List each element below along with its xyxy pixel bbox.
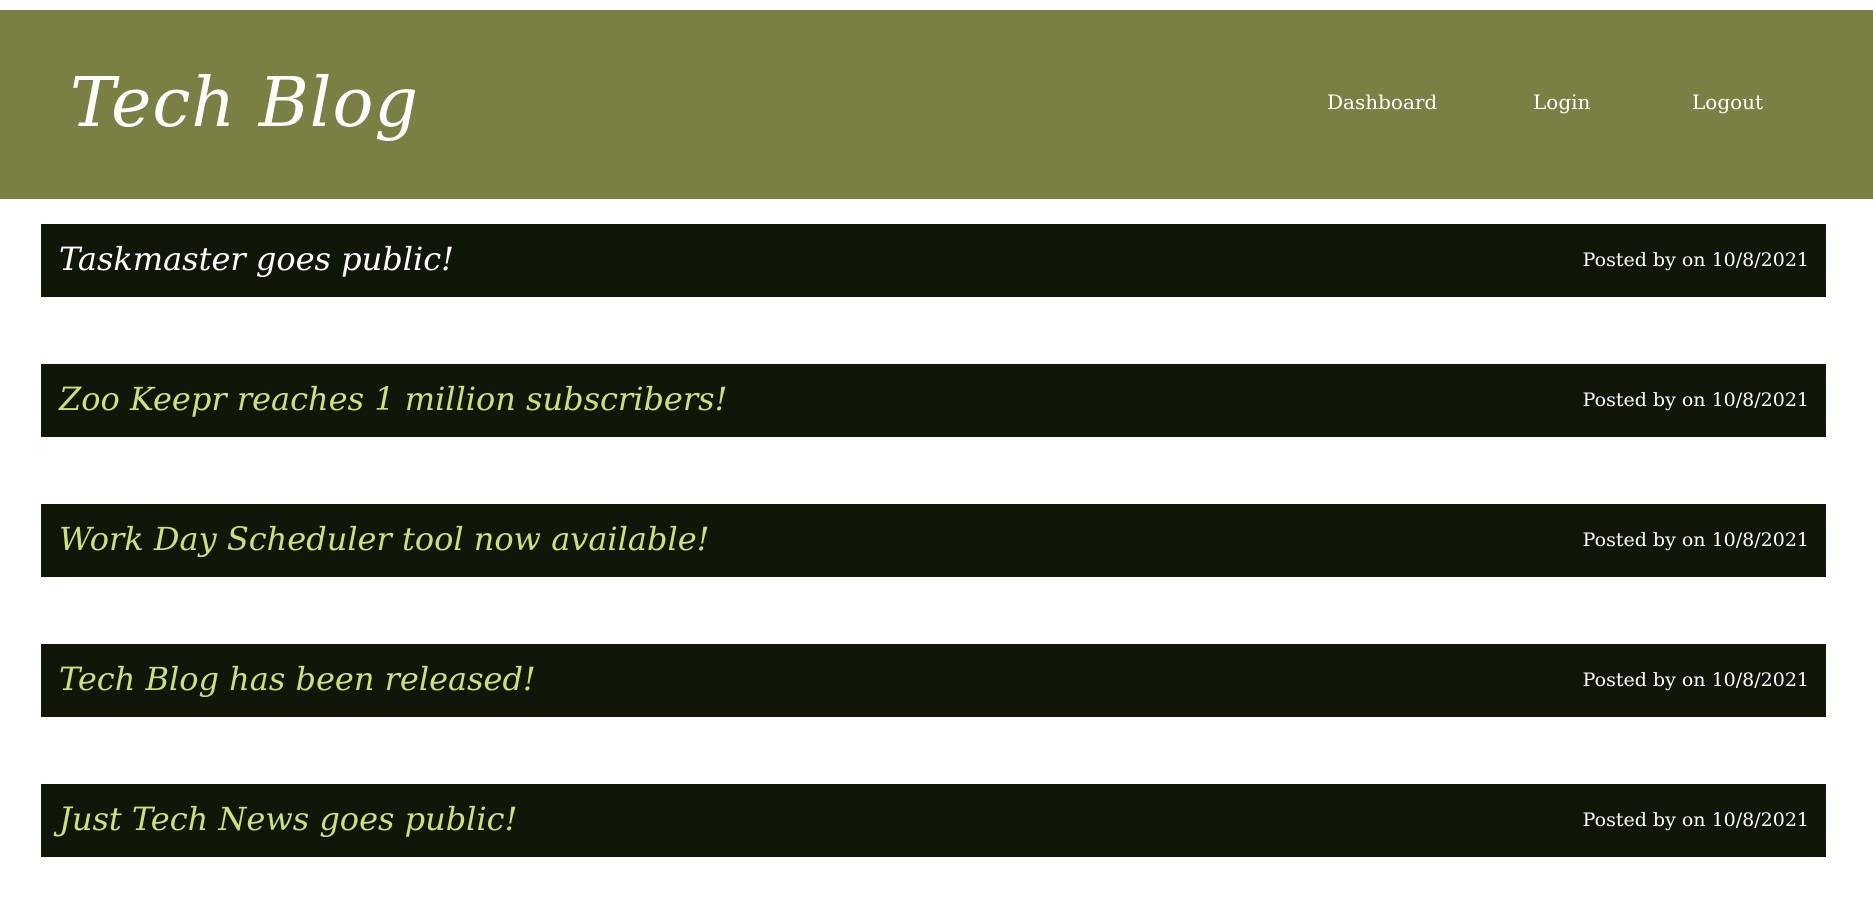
post-meta: Posted by on 10/8/2021: [1582, 809, 1809, 831]
post-list: Taskmaster goes public! Posted by on 10/…: [41, 224, 1826, 924]
post-item[interactable]: Zoo Keepr reaches 1 million subscribers!…: [41, 364, 1826, 437]
post-meta: Posted by on 10/8/2021: [1582, 529, 1809, 551]
post-title[interactable]: Taskmaster goes public!: [59, 236, 454, 282]
nav-dashboard-link[interactable]: Dashboard: [1327, 88, 1437, 116]
post-item[interactable]: Work Day Scheduler tool now available! P…: [41, 504, 1826, 577]
post-item[interactable]: Tech Blog has been released! Posted by o…: [41, 644, 1826, 717]
main-nav: Dashboard Login Logout: [0, 88, 1873, 118]
post-item[interactable]: Taskmaster goes public! Posted by on 10/…: [41, 224, 1826, 297]
nav-logout-link[interactable]: Logout: [1692, 88, 1763, 116]
post-meta: Posted by on 10/8/2021: [1582, 389, 1809, 411]
site-header: Tech Blog Dashboard Login Logout: [0, 10, 1873, 199]
post-meta: Posted by on 10/8/2021: [1582, 249, 1809, 271]
nav-login-link[interactable]: Login: [1533, 88, 1590, 116]
post-title[interactable]: Zoo Keepr reaches 1 million subscribers!: [59, 376, 727, 422]
post-title[interactable]: Work Day Scheduler tool now available!: [59, 516, 709, 562]
post-title[interactable]: Tech Blog has been released!: [59, 656, 536, 702]
post-title[interactable]: Just Tech News goes public!: [59, 796, 517, 842]
post-item[interactable]: Just Tech News goes public! Posted by on…: [41, 784, 1826, 857]
post-meta: Posted by on 10/8/2021: [1582, 669, 1809, 691]
